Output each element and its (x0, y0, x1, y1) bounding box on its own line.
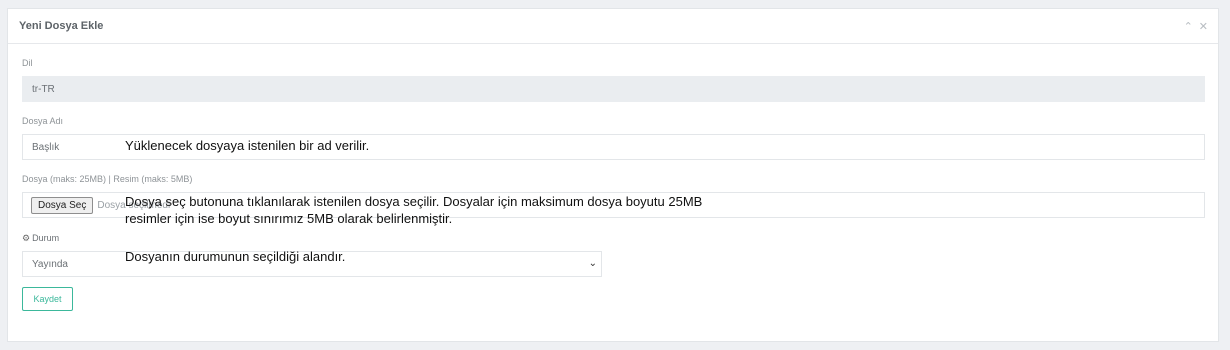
close-icon[interactable]: ✕ (1199, 20, 1208, 33)
status-label: Durum (32, 233, 60, 243)
language-field: tr-TR (22, 76, 1205, 102)
language-value: tr-TR (32, 83, 55, 95)
file-note-line2: resimler için ise boyut sınırımız 5MB ol… (125, 211, 453, 226)
chevron-up-icon[interactable]: ⌃ (1184, 20, 1193, 33)
chevron-down-icon: ⌄ (588, 258, 597, 269)
save-button[interactable]: Kaydet (22, 287, 73, 311)
file-name-label: Dosya Adı (22, 116, 64, 126)
status-note: Dosyanın durumunun seçildiği alandır. (125, 249, 346, 264)
new-file-panel: Yeni Dosya Ekle ⌃ ✕ Dil tr-TR Dosya Adı … (7, 8, 1219, 342)
panel-tools: ⌃ ✕ (1184, 20, 1208, 33)
file-note-line1: Dosya seç butonuna tıklanılarak istenile… (125, 194, 703, 209)
status-selected-value: Yayında (32, 258, 68, 270)
status-label-row: ⚙ Durum (22, 233, 59, 244)
file-label: Dosya (maks: 25MB) | Resim (maks: 5MB) (22, 174, 193, 184)
language-label: Dil (22, 58, 33, 68)
file-name-note: Yüklenecek dosyaya istenilen bir ad veri… (125, 138, 370, 153)
panel-header: Yeni Dosya Ekle ⌃ ✕ (8, 9, 1218, 44)
file-name-placeholder: Başlık (32, 141, 60, 153)
choose-file-button[interactable]: Dosya Seç (31, 196, 94, 214)
gear-icon: ⚙ (22, 233, 31, 243)
panel-title: Yeni Dosya Ekle (19, 20, 104, 32)
